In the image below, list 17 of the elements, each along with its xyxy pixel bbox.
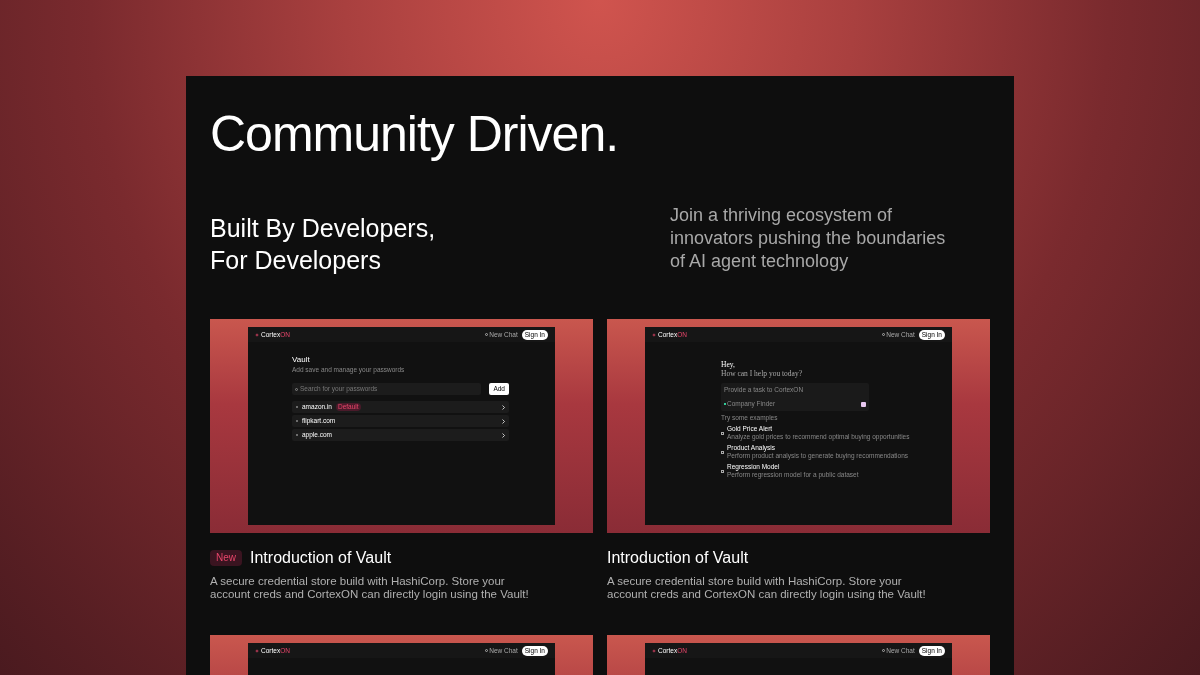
new-badge: New <box>210 550 242 566</box>
example-icon <box>721 450 724 454</box>
intro-text: Join a thriving ecosystem of innovators pushing the boundaries of AI agent technology <box>670 204 947 273</box>
example-icon <box>721 431 724 435</box>
chevron-icon <box>502 404 505 410</box>
chevron-icon <box>502 418 505 424</box>
example-icon <box>721 469 724 473</box>
card-description: A secure credential store build with HashiCorp. Store your account creds and CortexON can directly login using the Vault! <box>210 575 530 601</box>
card-description: A secure credential store build with HashiCorp. Store your account creds and CortexON can directly login using the Vault! <box>607 575 927 601</box>
send-icon <box>861 401 866 407</box>
subheading-line: Built By Developers, <box>210 213 436 244</box>
chevron-icon <box>502 432 505 438</box>
card-title: Introduction of Vault <box>250 548 392 568</box>
page-heading: Community Driven. <box>210 106 620 162</box>
card-title: Introduction of Vault <box>607 548 749 568</box>
screen-title: Vault <box>292 355 311 365</box>
subheading-line: For Developers <box>210 245 382 276</box>
